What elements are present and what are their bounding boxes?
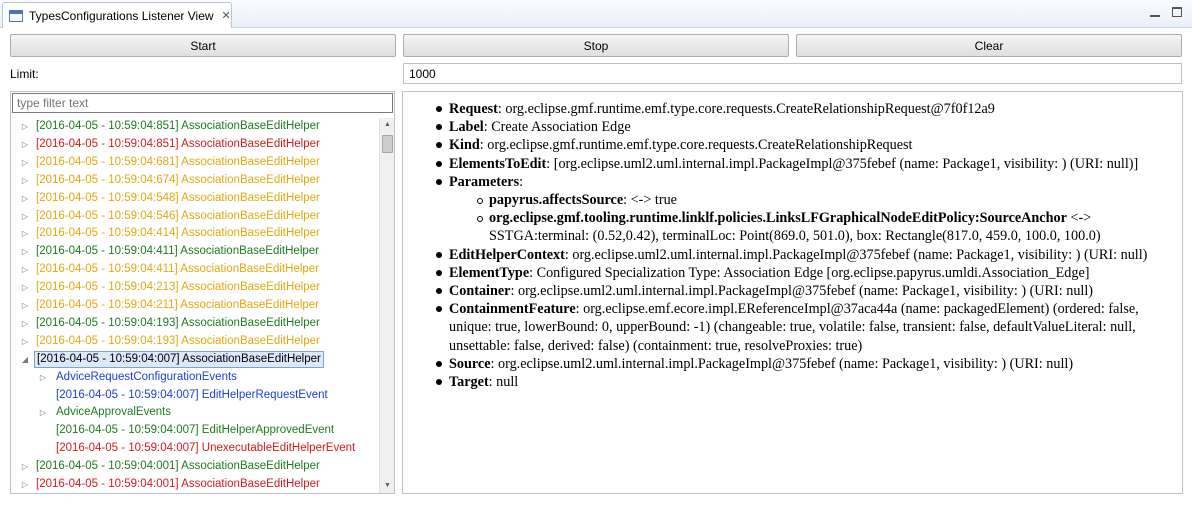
collapsed-arrow-icon[interactable]: ▷ <box>20 208 30 226</box>
window-controls <box>1150 7 1182 17</box>
expanded-arrow-icon[interactable]: ◢ <box>20 351 30 369</box>
tree-row-label: [2016-04-05 - 10:59:04:411] AssociationB… <box>36 263 320 276</box>
collapsed-arrow-icon[interactable]: ▷ <box>20 476 30 493</box>
detail-key: ElementsToEdit <box>449 155 547 172</box>
collapsed-arrow-icon[interactable]: ▷ <box>20 261 30 279</box>
detail-item: Parameters: papyrus.affectsSource: <-> tr… <box>436 173 1174 246</box>
maximize-icon[interactable] <box>1172 7 1182 17</box>
collapsed-arrow-icon[interactable]: ▷ <box>20 458 30 476</box>
events-tree: ▷ [2016-04-05 - 10:59:04:851] Association… <box>12 118 378 493</box>
clear-button[interactable]: Clear <box>796 34 1182 57</box>
detail-value: org.eclipse.gmf.runtime.emf.type.core.re… <box>487 137 913 154</box>
detail-value: org.eclipse.uml2.uml.internal.impl.Packa… <box>498 355 1074 372</box>
collapsed-arrow-icon[interactable]: ▷ <box>20 172 30 190</box>
tree-row-label: [2016-04-05 - 10:59:04:851] AssociationB… <box>36 137 320 150</box>
details-pane: Request: org.eclipse.gmf.runtime.emf.typ… <box>402 91 1183 494</box>
tree-row-label: [2016-04-05 - 10:59:04:007] EditHelperRe… <box>56 388 328 401</box>
detail-item: papyrus.affectsSource: <-> true <box>477 191 1174 209</box>
detail-value: org.eclipse.uml2.uml.internal.impl.Packa… <box>517 283 1094 300</box>
detail-item: Label: Create Association Edge <box>436 118 1174 136</box>
tree-row-label: [2016-04-05 - 10:59:04:411] AssociationB… <box>36 245 320 258</box>
detail-value: [org.eclipse.uml2.uml.internal.impl.Pack… <box>553 155 1139 172</box>
detail-sublist: papyrus.affectsSource: <-> true org.eclip… <box>477 191 1174 246</box>
detail-key: papyrus.affectsSource <box>489 192 624 209</box>
detail-item: Request: org.eclipse.gmf.runtime.emf.typ… <box>436 100 1174 118</box>
collapsed-arrow-icon[interactable]: ▷ <box>20 136 30 154</box>
collapsed-arrow-icon[interactable]: ▷ <box>38 404 48 422</box>
detail-key: Kind <box>449 137 480 154</box>
stop-button[interactable]: Stop <box>403 34 789 57</box>
detail-item: org.eclipse.gmf.tooling.runtime.linklf.p… <box>477 209 1174 245</box>
collapsed-arrow-icon[interactable]: ▷ <box>20 243 30 261</box>
collapsed-arrow-icon[interactable]: ▷ <box>20 225 30 243</box>
collapsed-arrow-icon[interactable]: ▷ <box>20 190 30 208</box>
detail-key: Target <box>449 374 489 391</box>
minimize-icon[interactable] <box>1150 7 1160 17</box>
detail-value: null <box>496 374 519 391</box>
detail-item: Container: org.eclipse.uml2.uml.internal… <box>436 282 1174 300</box>
detail-item: EditHelperContext: org.eclipse.uml2.uml.… <box>436 246 1174 264</box>
collapsed-arrow-icon[interactable]: ▷ <box>20 154 30 172</box>
view-icon <box>9 9 23 22</box>
view-title: TypesConfigurations Listener View <box>29 8 214 23</box>
tree-row-label: [2016-04-05 - 10:59:04:193] AssociationB… <box>36 334 320 347</box>
collapsed-arrow-icon[interactable]: ▷ <box>38 369 48 387</box>
detail-key: ElementType <box>449 264 530 281</box>
detail-item: Kind: org.eclipse.gmf.runtime.emf.type.c… <box>436 136 1174 154</box>
detail-item: Source: org.eclipse.uml2.uml.internal.im… <box>436 355 1174 373</box>
events-tree-pane: ▷ [2016-04-05 - 10:59:04:851] Association… <box>10 91 395 494</box>
tree-row-label: [2016-04-05 - 10:59:04:414] AssociationB… <box>36 227 320 240</box>
detail-value: Create Association Edge <box>491 119 631 136</box>
detail-item: ContainmentFeature: org.eclipse.emf.ecor… <box>436 300 1174 355</box>
tree-row-label: [2016-04-05 - 10:59:04:681] AssociationB… <box>36 155 320 168</box>
details-list: Request: org.eclipse.gmf.runtime.emf.typ… <box>436 100 1174 391</box>
detail-item: Target: null <box>436 373 1174 391</box>
detail-key: Label <box>449 119 484 136</box>
collapsed-arrow-icon[interactable]: ▷ <box>20 333 30 351</box>
detail-key: Request <box>449 101 498 117</box>
detail-value: org.eclipse.uml2.uml.internal.impl.Packa… <box>572 246 1148 263</box>
collapsed-arrow-icon[interactable]: ▷ <box>20 118 30 136</box>
detail-item: ElementsToEdit: [org.eclipse.uml2.uml.in… <box>436 155 1174 173</box>
scroll-up-icon[interactable]: ▲ <box>380 118 395 132</box>
detail-key: ContainmentFeature <box>449 301 576 318</box>
tree-row-label: [2016-04-05 - 10:59:04:548] AssociationB… <box>36 191 320 204</box>
tree-row-label: AdviceRequestConfigurationEvents <box>56 370 237 383</box>
scroll-thumb[interactable] <box>382 135 393 153</box>
start-button[interactable]: Start <box>10 34 396 57</box>
tree-row-label: [2016-04-05 - 10:59:04:851] AssociationB… <box>36 120 320 132</box>
detail-key: EditHelperContext <box>449 246 565 263</box>
tree-row-label: [2016-04-05 - 10:59:04:213] AssociationB… <box>36 281 320 294</box>
tree-row-label: [2016-04-05 - 10:59:04:674] AssociationB… <box>36 173 320 186</box>
collapsed-arrow-icon[interactable]: ▷ <box>20 279 30 297</box>
tree-row-label: [2016-04-05 - 10:59:04:193] AssociationB… <box>36 316 320 329</box>
tree-row-label: [2016-04-05 - 10:59:04:007] AssociationB… <box>34 350 324 368</box>
tree-row-label: [2016-04-05 - 10:59:04:001] AssociationB… <box>36 460 320 473</box>
tree-scrollbar[interactable]: ▲ ▼ <box>379 118 394 493</box>
detail-key: Container <box>449 283 511 300</box>
filter-input[interactable] <box>12 93 393 113</box>
tree-row-label: [2016-04-05 - 10:59:04:211] AssociationB… <box>36 299 320 311</box>
collapsed-arrow-icon[interactable]: ▷ <box>20 315 30 333</box>
detail-value: org.eclipse.gmf.runtime.emf.type.core.re… <box>505 101 995 117</box>
view-tab[interactable]: TypesConfigurations Listener View ✕ <box>2 2 232 28</box>
tree-row-label: [2016-04-05 - 10:59:04:007] EditHelperAp… <box>56 424 335 437</box>
collapsed-arrow-icon[interactable]: ▷ <box>20 297 30 315</box>
detail-key: org.eclipse.gmf.tooling.runtime.linklf.p… <box>489 210 1067 227</box>
tree-row-label: AdviceApprovalEvents <box>56 406 172 419</box>
detail-key: Parameters <box>449 173 520 190</box>
detail-value: <-> true <box>630 192 677 209</box>
tree-row-label: [2016-04-05 - 10:59:04:001] AssociationB… <box>36 478 320 490</box>
tree-row-label: [2016-04-05 - 10:59:04:546] AssociationB… <box>36 209 320 222</box>
detail-value: Configured Specialization Type: Associat… <box>536 264 1090 281</box>
tree-row-label: [2016-04-05 - 10:59:04:007] Unexecutable… <box>56 442 356 455</box>
detail-key: Source <box>449 355 491 372</box>
close-icon[interactable]: ✕ <box>222 9 231 22</box>
limit-label: Limit: <box>10 67 39 81</box>
view-tab-bar: TypesConfigurations Listener View ✕ <box>0 0 1192 28</box>
detail-item: ElementType: Configured Specialization T… <box>436 264 1174 282</box>
scroll-down-icon[interactable]: ▼ <box>380 479 395 493</box>
limit-input[interactable] <box>403 63 1182 84</box>
